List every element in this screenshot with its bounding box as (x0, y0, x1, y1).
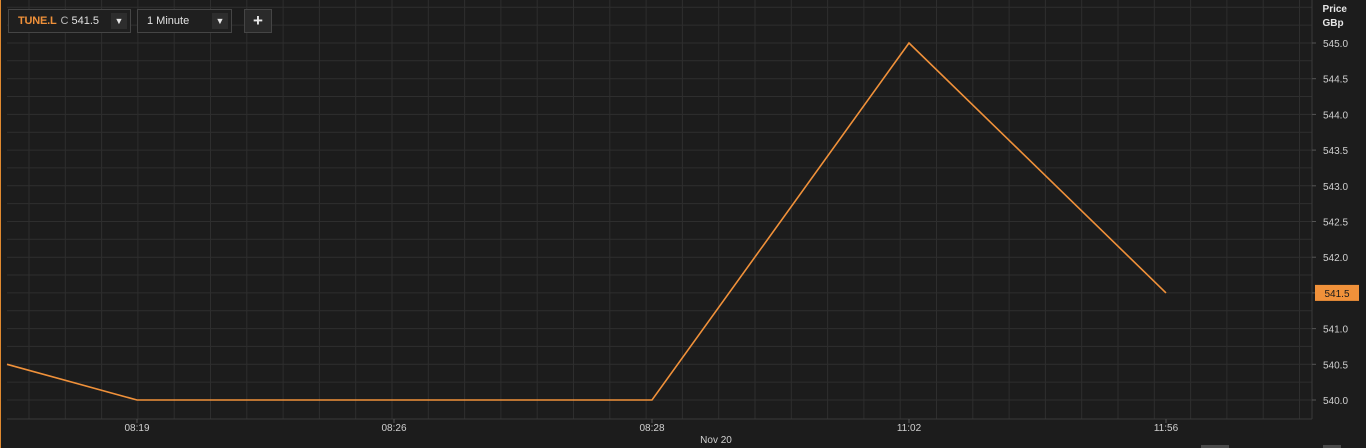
interval-selector[interactable]: 1 Minute ▼ (137, 9, 232, 33)
y-tick-label: 542.5 (1323, 218, 1348, 229)
y-tick-label: 544.0 (1323, 110, 1348, 121)
y-tick-label: 540.5 (1323, 360, 1348, 371)
chart-frame: 545.0 544.5 544.0 543.5 543.0 542.5 542.0 541.5… (0, 0, 1366, 448)
close-value: 541.5 (71, 15, 100, 27)
y-tick-label: 540.0 (1323, 396, 1348, 407)
x-axis-date-label: Nov 20 (700, 435, 732, 446)
x-tick-label: 11:02 (897, 423, 922, 434)
chart-toolbar: TUNE.L C 541.5 ▼ 1 Minute ▼ + (8, 9, 272, 33)
price-chart[interactable]: 545.0 544.5 544.0 543.5 543.0 542.5 542.0 541.5… (1, 0, 1366, 448)
y-tick-label: 543.0 (1323, 182, 1348, 193)
symbol-name: TUNE.L (18, 15, 57, 27)
symbol-selector[interactable]: TUNE.L C 541.5 ▼ (8, 9, 131, 33)
x-tick-label: 08:26 (381, 423, 406, 434)
y-tick-label: 542.0 (1323, 253, 1348, 264)
plot-area (7, 0, 1312, 419)
close-label: C (60, 15, 69, 27)
dropdown-arrow-icon[interactable]: ▼ (111, 13, 127, 29)
y-tick-label: 545.0 (1323, 39, 1348, 50)
dropdown-arrow-icon[interactable]: ▼ (212, 13, 228, 29)
y-tick-label: 543.5 (1323, 146, 1348, 157)
last-price-label: 541.5 (1324, 289, 1349, 300)
y-axis-title: Price GBp (1323, 3, 1347, 31)
x-tick-label: 11:56 (1154, 423, 1179, 434)
y-tick-label: 541.0 (1323, 325, 1348, 336)
y-axis-unit-line: GBp (1322, 18, 1344, 29)
x-tick-label: 08:28 (639, 423, 664, 434)
interval-value: 1 Minute (147, 15, 190, 27)
x-tick-label: 08:19 (124, 423, 149, 434)
y-tick-label: 544.5 (1323, 75, 1348, 86)
y-axis-title-line: Price (1322, 4, 1347, 15)
add-study-button[interactable]: + (244, 9, 272, 33)
